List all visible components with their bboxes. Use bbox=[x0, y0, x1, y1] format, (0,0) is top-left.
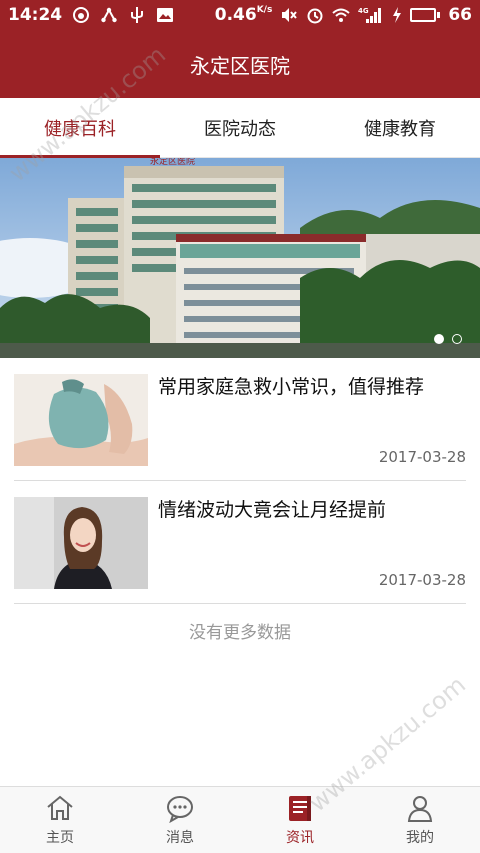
usb-icon bbox=[128, 6, 146, 24]
news-title: 常用家庭急救小常识，值得推荐 bbox=[158, 376, 425, 398]
nav-home[interactable]: 主页 bbox=[0, 787, 120, 853]
tab-hospital-news[interactable]: 医院动态 bbox=[160, 98, 320, 157]
building-sign: 永定区医院 bbox=[150, 158, 195, 167]
nav-news[interactable]: 资讯 bbox=[240, 787, 360, 853]
nav-label: 消息 bbox=[166, 830, 194, 846]
category-tabs: 健康百科 医院动态 健康教育 bbox=[0, 98, 480, 158]
page-title: 永定区医院 bbox=[190, 53, 290, 78]
home-icon bbox=[47, 795, 73, 820]
profile-icon bbox=[407, 796, 433, 822]
tab-health-wiki[interactable]: 健康百科 bbox=[0, 98, 160, 158]
nav-messages[interactable]: 消息 bbox=[120, 787, 240, 853]
hospital-building-image: 永定区医院 bbox=[0, 158, 480, 358]
tab-label: 医院动态 bbox=[204, 118, 276, 140]
list-end-text: 没有更多数据 bbox=[189, 623, 291, 643]
news-list: 常用家庭急救小常识，值得推荐 2017-03-28 情绪波动大竟会让月经提前 2… bbox=[0, 358, 480, 604]
wifi-icon bbox=[332, 6, 350, 24]
image-icon bbox=[156, 6, 174, 24]
news-title: 情绪波动大竟会让月经提前 bbox=[158, 499, 387, 521]
charging-icon bbox=[392, 6, 402, 24]
weibo-icon bbox=[72, 6, 90, 24]
battery-icon bbox=[410, 8, 441, 22]
tab-label: 健康百科 bbox=[44, 118, 116, 140]
news-date: 2017-03-28 bbox=[378, 571, 466, 589]
tab-health-education[interactable]: 健康教育 bbox=[320, 98, 480, 157]
clock: 14:24 bbox=[8, 5, 63, 25]
list-item[interactable]: 常用家庭急救小常识，值得推荐 2017-03-28 bbox=[14, 358, 466, 481]
network-speed: 0.46K/s bbox=[214, 5, 273, 25]
nav-profile[interactable]: 我的 bbox=[360, 787, 480, 853]
news-icon bbox=[289, 796, 311, 821]
woman-portrait-thumbnail bbox=[14, 497, 148, 589]
carousel-dot[interactable] bbox=[452, 334, 462, 344]
bottom-navigation: 主页 消息 资讯 我的 bbox=[0, 786, 480, 853]
nav-label: 资讯 bbox=[286, 830, 314, 846]
carousel-dot-active[interactable] bbox=[434, 334, 444, 344]
carousel-indicator bbox=[434, 334, 462, 344]
battery-level: 66 bbox=[448, 5, 472, 25]
alarm-icon bbox=[306, 6, 324, 24]
tab-label: 健康教育 bbox=[364, 118, 436, 140]
message-icon bbox=[167, 796, 193, 823]
status-bar: 14:24 0.46K/s 4G 66 bbox=[0, 0, 480, 30]
signal-icon: 4G bbox=[358, 6, 384, 24]
list-item[interactable]: 情绪波动大竟会让月经提前 2017-03-28 bbox=[14, 481, 466, 604]
nav-label: 主页 bbox=[46, 830, 74, 846]
banner-carousel[interactable]: 永定区医院 bbox=[0, 158, 480, 358]
app-title-bar: 永定区医院 bbox=[0, 30, 480, 98]
svg-text:4G: 4G bbox=[358, 7, 369, 15]
nav-label: 我的 bbox=[406, 830, 434, 846]
first-aid-thumbnail bbox=[14, 374, 148, 466]
mute-icon bbox=[280, 6, 298, 24]
usb-share-icon bbox=[100, 6, 118, 24]
news-date: 2017-03-28 bbox=[378, 448, 466, 466]
